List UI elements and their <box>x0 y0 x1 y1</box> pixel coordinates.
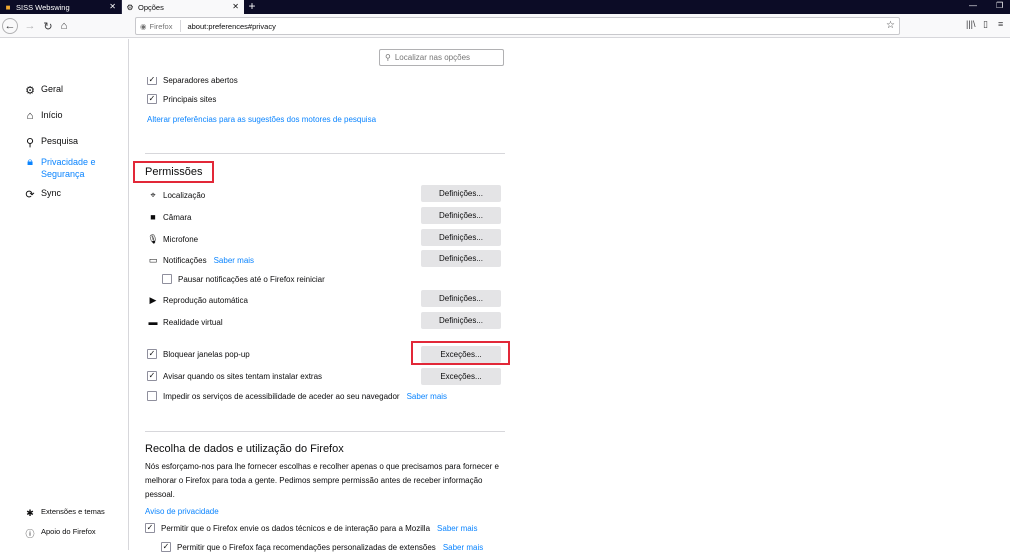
microphone-icon: 🎙︎ <box>147 233 159 244</box>
accessibility-learn-more-link[interactable]: Saber mais <box>407 392 447 401</box>
app-favicon-icon: ■ <box>5 2 11 12</box>
data-collection-description: Nós esforçamo-nos para lhe fornecer esco… <box>145 462 499 499</box>
sidebar-item-privacidade[interactable]: 🔒︎ Privacidade e Segurança <box>24 156 101 180</box>
notification-icon: ▭ <box>148 254 158 265</box>
address-bar[interactable]: ◉ Firefox about:preferences#privacy ☆ <box>135 17 900 35</box>
puzzle-icon: ✱ <box>26 507 34 518</box>
open-tabs-row[interactable]: ✓ Separadores abertos <box>147 77 238 85</box>
tab-strip: ■ SISS Webswing ✕ ⚙ Opções ✕ + — ❐ <box>0 0 1010 14</box>
warn-addons-checkbox[interactable]: ✓ <box>147 371 157 381</box>
forward-button[interactable]: → <box>22 18 38 34</box>
menu-icon[interactable]: ≡ <box>998 19 1003 29</box>
firefox-logo-icon: ◉ <box>140 21 147 31</box>
sidebar-item-inicio[interactable]: ⌂ Início <box>24 110 63 122</box>
search-input[interactable] <box>394 53 495 62</box>
sidebar-item-geral[interactable]: ⚙ Geral <box>24 84 63 97</box>
microphone-settings-button[interactable]: Definições... <box>421 229 501 246</box>
pause-notifications-checkbox[interactable] <box>162 274 172 284</box>
reload-button[interactable]: ↻ <box>40 18 56 34</box>
virtual-reality-row: ▬ Realidade virtual <box>148 317 223 327</box>
autoplay-icon: ▶ <box>149 294 157 305</box>
warn-addons-row[interactable]: ✓ Avisar quando os sites tentam instalar… <box>147 371 322 381</box>
sidebar-item-sync[interactable]: ⟳ Sync <box>24 188 61 201</box>
location-settings-button[interactable]: Definições... <box>421 185 501 202</box>
vr-settings-button[interactable]: Definições... <box>421 312 501 329</box>
highlight-box <box>411 341 510 365</box>
sync-icon: ⟳ <box>25 188 35 201</box>
sidebar-toggle-icon[interactable]: ▯ <box>983 19 988 30</box>
notifications-learn-more-link[interactable]: Saber mais <box>214 256 254 265</box>
preferences-search[interactable]: ⚲ <box>379 49 504 66</box>
addon-exceptions-button[interactable]: Exceções... <box>421 368 501 385</box>
autoplay-settings-button[interactable]: Definições... <box>421 290 501 307</box>
minimize-icon[interactable]: — <box>969 1 977 10</box>
camera-row: ■ Câmara <box>147 211 191 223</box>
identity-box[interactable]: ◉ Firefox <box>136 20 182 32</box>
help-icon: ⓘ <box>25 528 35 539</box>
tab-label: Opções <box>138 2 164 12</box>
library-icon[interactable]: |||\ <box>966 19 976 29</box>
search-icon: ⚲ <box>385 53 391 62</box>
vr-headset-icon: ▬ <box>148 317 158 327</box>
microphone-row: 🎙︎ Microfone <box>147 233 199 244</box>
top-sites-checkbox[interactable]: ✓ <box>147 94 157 104</box>
telemetry-row[interactable]: ✓ Permitir que o Firefox envie os dados … <box>145 523 478 533</box>
notifications-row: ▭ Notificações Saber mais <box>148 254 255 265</box>
accessibility-row[interactable]: Impedir os serviços de acessibilidade de… <box>147 391 447 401</box>
navigation-toolbar: ← → ↻ ⌂ ◉ Firefox about:preferences#priv… <box>0 14 1010 38</box>
restore-icon[interactable]: ❐ <box>996 1 1003 10</box>
recommendations-checkbox[interactable]: ✓ <box>161 542 171 552</box>
recommendations-learn-more-link[interactable]: Saber mais <box>443 543 483 552</box>
tab-opcoes[interactable]: ⚙ Opções ✕ <box>122 0 244 14</box>
home-button[interactable]: ⌂ <box>56 18 72 34</box>
autoplay-row: ▶ Reprodução automática <box>147 294 248 306</box>
top-sites-row[interactable]: ✓ Principais sites <box>147 94 216 104</box>
close-tab-icon[interactable]: ✕ <box>109 2 116 12</box>
sidebar-item-pesquisa[interactable]: ⚲ Pesquisa <box>24 136 78 149</box>
open-tabs-checkbox[interactable]: ✓ <box>147 77 157 85</box>
sidebar-support-link[interactable]: ⓘ Apoio do Firefox <box>24 527 95 539</box>
preferences-page: ⚙ Geral ⌂ Início ⚲ Pesquisa 🔒︎ Privacida… <box>0 39 1010 552</box>
preferences-sidebar: ⚙ Geral ⌂ Início ⚲ Pesquisa 🔒︎ Privacida… <box>0 39 129 550</box>
block-popups-checkbox[interactable]: ✓ <box>147 349 157 359</box>
bookmark-star-icon[interactable]: ☆ <box>886 20 895 31</box>
tab-siss-webswing[interactable]: ■ SISS Webswing ✕ <box>0 0 122 14</box>
notifications-settings-button[interactable]: Definições... <box>421 250 501 267</box>
lock-icon: 🔒︎ <box>27 155 33 168</box>
privacy-notice-link[interactable]: Aviso de privacidade <box>145 507 219 516</box>
home-icon: ⌂ <box>26 110 34 122</box>
gear-icon: ⚙ <box>126 2 134 12</box>
telemetry-learn-more-link[interactable]: Saber mais <box>437 524 477 533</box>
gear-icon: ⚙ <box>25 84 35 97</box>
location-row: ⌖ Localização <box>147 189 205 201</box>
tab-label: SISS Webswing <box>16 2 70 12</box>
accessibility-checkbox[interactable] <box>147 391 157 401</box>
highlight-box <box>133 161 214 183</box>
block-popups-row[interactable]: ✓ Bloquear janelas pop-up <box>147 349 250 359</box>
new-tab-button[interactable]: + <box>246 0 258 14</box>
divider <box>145 153 505 154</box>
camera-icon: ■ <box>150 212 156 222</box>
recommendations-row[interactable]: ✓ Permitir que o Firefox faça recomendaç… <box>161 542 483 552</box>
pause-notifications-row[interactable]: Pausar notificações até o Firefox reinic… <box>162 274 325 284</box>
url-text[interactable]: about:preferences#privacy <box>181 22 275 31</box>
divider <box>145 431 505 432</box>
location-icon: ⌖ <box>150 189 156 200</box>
telemetry-checkbox[interactable]: ✓ <box>145 523 155 533</box>
data-collection-heading: Recolha de dados e utilização do Firefox <box>145 443 344 455</box>
camera-settings-button[interactable]: Definições... <box>421 207 501 224</box>
search-icon: ⚲ <box>25 136 35 149</box>
back-button[interactable]: ← <box>2 18 18 34</box>
close-tab-icon[interactable]: ✕ <box>232 2 239 12</box>
sidebar-extensions-link[interactable]: ✱ Extensões e temas <box>24 507 105 519</box>
search-suggestions-link[interactable]: Alterar preferências para as sugestões d… <box>147 115 376 124</box>
